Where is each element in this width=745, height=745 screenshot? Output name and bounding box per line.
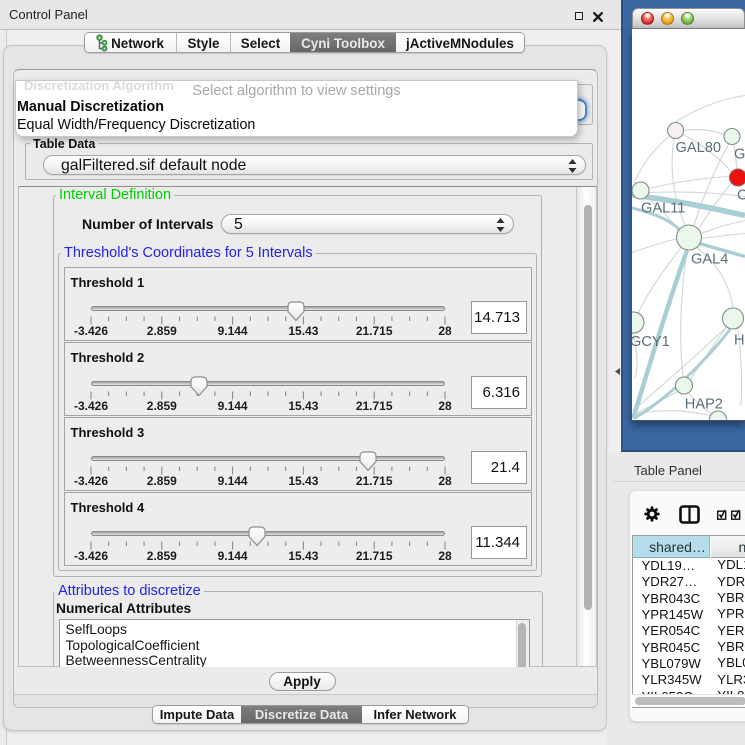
- svg-text:GAL11: GAL11: [641, 200, 685, 216]
- svg-text:HAP2: HAP2: [685, 396, 723, 412]
- svg-text:C: C: [737, 187, 745, 203]
- svg-text:GCY1: GCY1: [632, 334, 670, 350]
- svg-text:GA: GA: [734, 146, 745, 162]
- svg-text:H: H: [734, 332, 745, 348]
- svg-text:GAL80: GAL80: [676, 140, 721, 156]
- svg-text:GAL4: GAL4: [691, 251, 728, 267]
